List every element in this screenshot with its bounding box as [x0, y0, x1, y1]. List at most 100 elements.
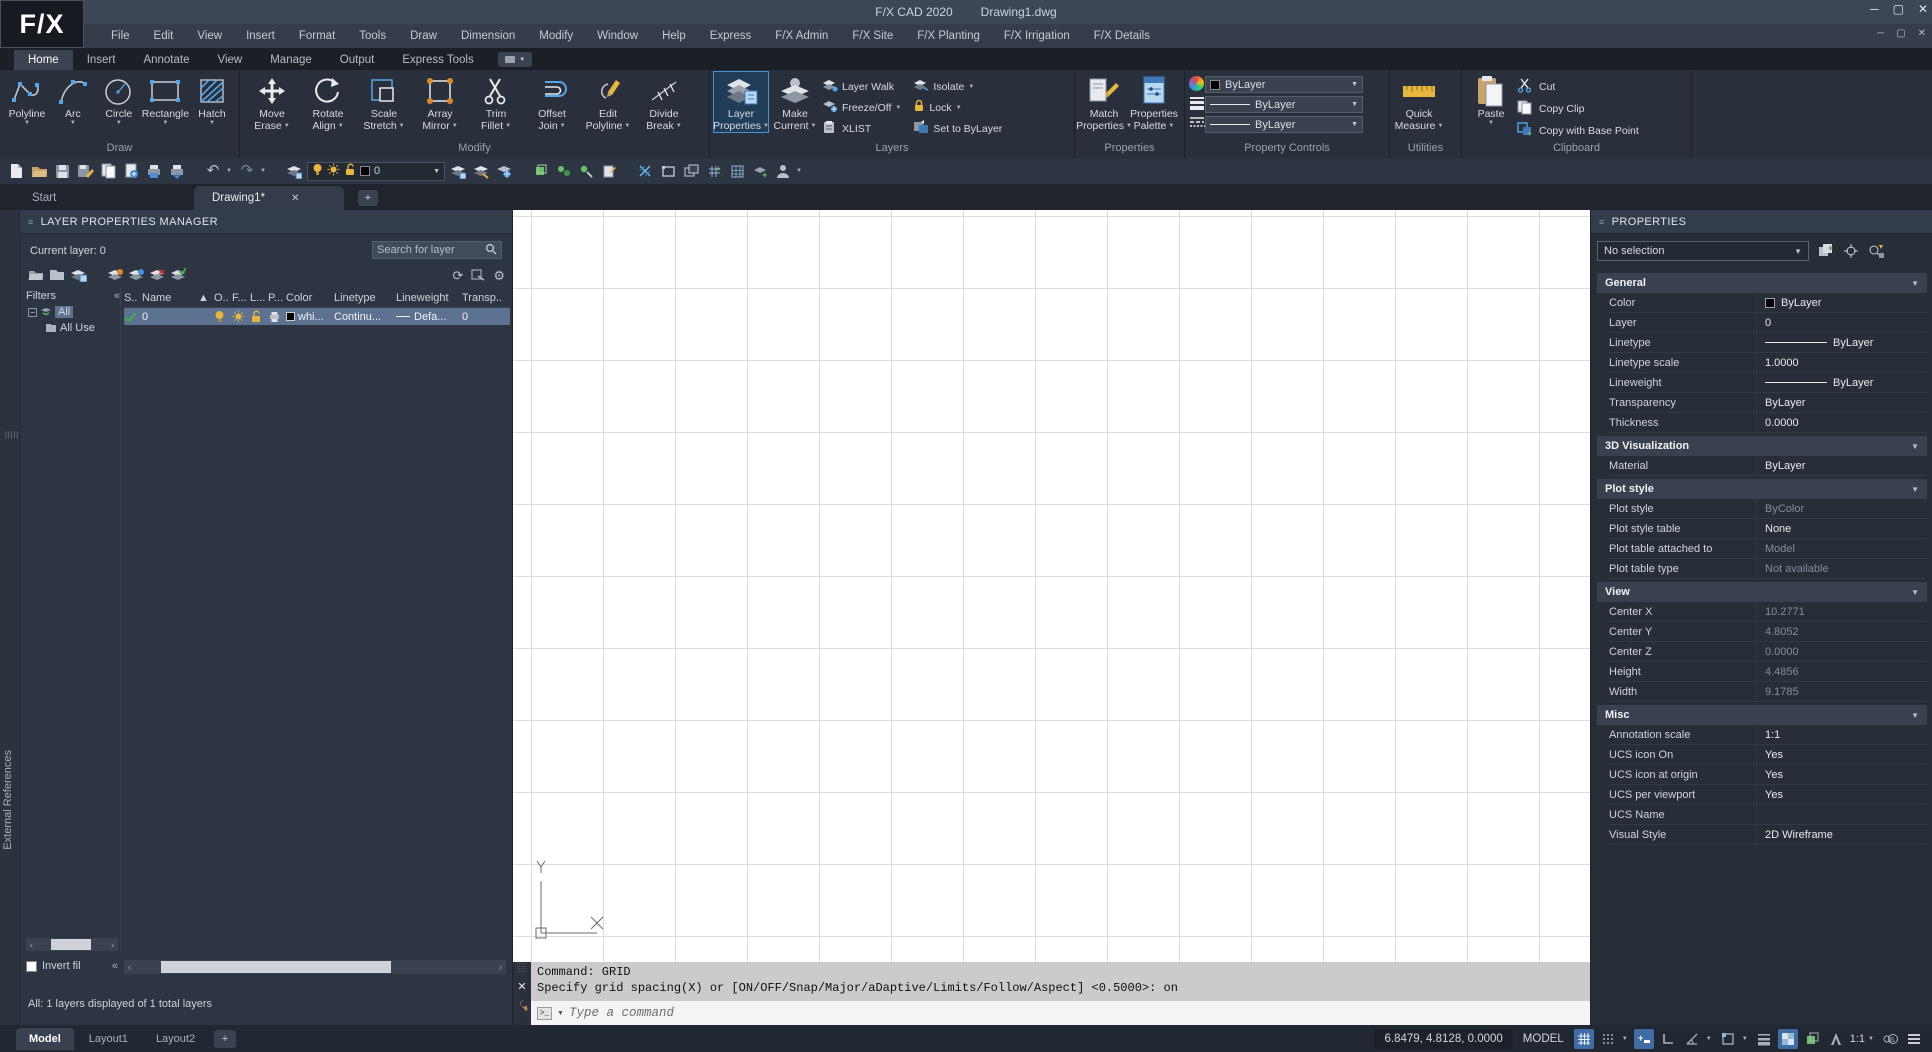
copypage-icon[interactable] — [98, 161, 118, 181]
lineweight-dropdown[interactable]: ByLayer ▼ — [1205, 96, 1363, 113]
column-lineweight[interactable]: Lineweight — [396, 292, 462, 304]
column-[interactable]: ▲ — [198, 292, 214, 304]
panelexp-icon[interactable] — [471, 268, 485, 284]
palette-grip[interactable]: ||||| — [5, 432, 18, 439]
command-history[interactable]: Command: GRID Specify grid spacing(X) or… — [531, 962, 1590, 1001]
layerstate-icon[interactable] — [70, 268, 88, 285]
menu-view[interactable]: View — [186, 27, 233, 45]
chevron-down-icon[interactable]: ▼ — [1742, 1036, 1750, 1042]
property-row-thickness[interactable]: Thickness 0.0000 — [1609, 413, 1927, 433]
move-button[interactable]: Move Erase ▼ — [244, 72, 300, 132]
close-icon[interactable]: ✕ — [1918, 2, 1928, 16]
quick-select-icon[interactable] — [1867, 243, 1885, 259]
layerfreeze-icon[interactable] — [494, 161, 514, 181]
property-row-plot-style[interactable]: Plot style ByColor — [1609, 499, 1927, 519]
transparency-icon[interactable] — [1777, 1028, 1798, 1049]
panel-draw-label[interactable]: Draw — [0, 140, 239, 158]
newlayer2-icon[interactable] — [128, 268, 144, 285]
tree-item-all-used[interactable]: All Use — [28, 320, 118, 336]
command-input[interactable]: >_ ▼ Type a command — [531, 1001, 1590, 1025]
property-row-linetype-scale[interactable]: Linetype scale 1.0000 — [1609, 353, 1927, 373]
ribbon-tab-manage[interactable]: Manage — [256, 50, 326, 70]
tree-collapse-icon[interactable]: − — [28, 307, 37, 317]
polyline-button[interactable]: Polyline ▼ — [4, 72, 50, 127]
property-row-annotation-scale[interactable]: Annotation scale 1:1 — [1609, 725, 1927, 745]
properties-button[interactable]: Properties Palette ▼ — [1129, 72, 1179, 132]
array-button[interactable]: Array Mirror ▼ — [412, 72, 468, 132]
linetype-dropdown[interactable]: ByLayer ▼ — [1205, 116, 1363, 133]
copy-clip-button[interactable]: Copy Clip — [1516, 99, 1639, 118]
ortho-mode-icon[interactable] — [1658, 1029, 1678, 1049]
menu-format[interactable]: Format — [288, 27, 346, 45]
minimize-icon[interactable]: ─ — [1870, 2, 1879, 16]
property-row-visual-style[interactable]: Visual Style 2D Wireframe — [1609, 825, 1927, 845]
chevron-down-icon[interactable]: ▼ — [1622, 1036, 1630, 1042]
layout-tab-layout1[interactable]: Layout1 — [76, 1028, 141, 1050]
undo-icon[interactable]: ↶ — [203, 161, 223, 181]
circle-button[interactable]: Circle ▼ — [96, 72, 142, 127]
menu-draw[interactable]: Draw — [399, 27, 448, 45]
layer-table-scrollbar[interactable]: ‹ › — [124, 960, 506, 974]
rectangle-button[interactable]: Rectangle ▼ — [142, 72, 189, 127]
make-button[interactable]: Make Current ▼ — [768, 72, 822, 132]
freeze-off-button[interactable]: Freeze/Off ▼ — [822, 97, 903, 118]
menu-insert[interactable]: Insert — [235, 27, 286, 45]
menu-f-x-details[interactable]: F/X Details — [1083, 27, 1161, 45]
panel-modify-label[interactable]: Modify — [240, 140, 709, 158]
section-general[interactable]: General ▼ — [1597, 273, 1927, 293]
folder2-icon[interactable] — [49, 268, 65, 284]
rotate-button[interactable]: Rotate Align ▼ — [300, 72, 356, 132]
property-row-ucs-icon-at-origin[interactable]: UCS icon at origin Yes — [1609, 765, 1927, 785]
new-tab-button[interactable]: + — [358, 190, 378, 206]
filters-scrollbar[interactable]: ‹ › — [26, 938, 118, 951]
exportpage-icon[interactable] — [121, 161, 141, 181]
gear-icon[interactable]: ⚙ — [493, 268, 505, 284]
edit-button[interactable]: Edit Polyline ▼ — [580, 72, 636, 132]
menu-dimension[interactable]: Dimension — [450, 27, 526, 45]
panel-properties-label[interactable]: Properties — [1075, 140, 1184, 158]
newfile-icon[interactable] — [6, 161, 26, 181]
layer-table-row[interactable]: 0 whi... Continu... Defa... 0 — [124, 308, 510, 325]
grid-display-icon[interactable] — [1573, 1028, 1594, 1049]
rectframe-icon[interactable] — [658, 161, 678, 181]
save-icon[interactable] — [52, 161, 72, 181]
clipedit-icon[interactable] — [599, 161, 619, 181]
chevron-down-icon[interactable]: ▼ — [260, 168, 268, 174]
ribbon-tab-extra-button[interactable]: ▼ — [497, 52, 532, 67]
customization-icon[interactable] — [1904, 1029, 1924, 1049]
tab-close-icon[interactable]: ✕ — [291, 193, 299, 204]
polar-tracking-icon[interactable] — [1682, 1029, 1702, 1049]
cut-button[interactable]: Cut — [1516, 77, 1639, 96]
menu-modify[interactable]: Modify — [528, 27, 584, 45]
property-row-ucs-icon-on[interactable]: UCS icon On Yes — [1609, 745, 1927, 765]
toggle-pickadd-icon[interactable]: + — [1817, 243, 1835, 259]
property-row-center-z[interactable]: Center Z 0.0000 — [1609, 642, 1927, 662]
panel-utilities-label[interactable]: Utilities — [1390, 140, 1461, 158]
menu-tools[interactable]: Tools — [348, 27, 397, 45]
paste-button[interactable]: Paste ▼ — [1466, 72, 1516, 127]
column-f[interactable]: F... — [232, 292, 250, 304]
command-grip[interactable]: :::::::::::: — [517, 963, 527, 974]
property-row-linetype[interactable]: Linetype ByLayer — [1609, 333, 1927, 353]
property-row-ucs-per-viewport[interactable]: UCS per viewport Yes — [1609, 785, 1927, 805]
annotation-scale-display[interactable]: 1:1 ▼ — [1850, 1033, 1876, 1045]
property-row-width[interactable]: Width 9.1785 — [1609, 682, 1927, 702]
xlist-button[interactable]: XLIST — [822, 118, 903, 139]
app-logo[interactable]: F/X — [0, 0, 84, 48]
new-layout-button[interactable]: + — [214, 1029, 237, 1048]
rectstack-icon[interactable] — [681, 161, 701, 181]
refresh-icon[interactable]: ⟳ — [452, 268, 463, 284]
filters-header[interactable]: Filters « — [26, 290, 120, 302]
dynamic-input-icon[interactable]: + — [1633, 1028, 1654, 1049]
invert-filter-checkbox[interactable]: Invert fil « — [26, 960, 118, 972]
gridplus-icon[interactable]: + — [704, 161, 724, 181]
redo-icon[interactable]: ↷ — [237, 161, 257, 181]
layerstack-icon[interactable] — [448, 161, 468, 181]
model-space-badge[interactable]: MODEL — [1517, 1033, 1570, 1045]
user-icon[interactable] — [773, 161, 793, 181]
search-icon[interactable] — [485, 243, 497, 258]
layer-walk-button[interactable]: Layer Walk — [822, 76, 903, 97]
set-to-bylayer-button[interactable]: Set to ByLayer — [913, 118, 1002, 139]
maximize-icon[interactable]: ▢ — [1893, 2, 1904, 16]
gridbox-icon[interactable] — [727, 161, 747, 181]
